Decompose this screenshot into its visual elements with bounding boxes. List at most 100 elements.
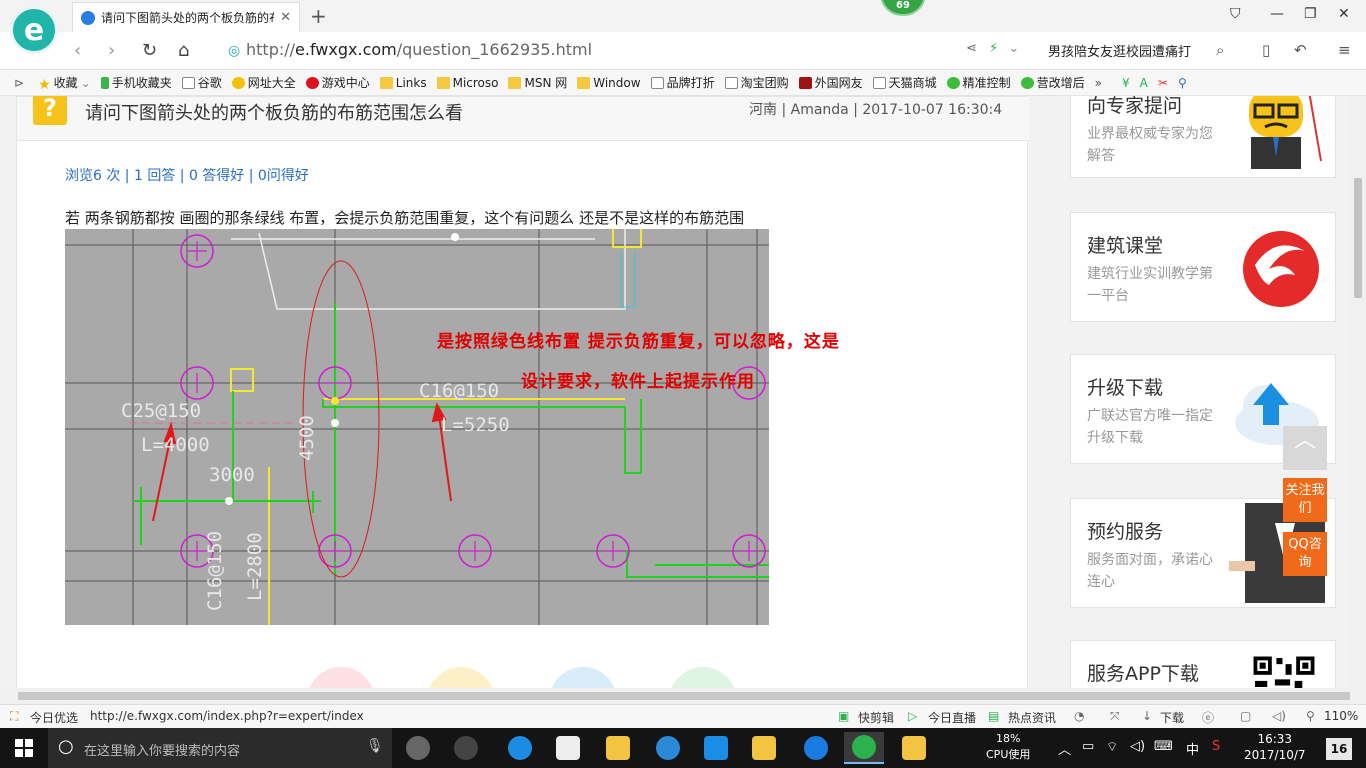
- notification-center-icon[interactable]: 16: [1326, 738, 1352, 760]
- status-url: http://e.fwxgx.com/index.php?r=expert/in…: [90, 709, 364, 723]
- menu-icon[interactable]: ≡: [1338, 41, 1351, 59]
- report-button[interactable]: [669, 667, 737, 688]
- dropdown-icon[interactable]: ⌄: [1008, 41, 1019, 56]
- share-button[interactable]: [549, 667, 617, 688]
- home-icon[interactable]: ⌂: [178, 40, 189, 61]
- glodon-app-icon[interactable]: [696, 732, 736, 764]
- qq-consult-button[interactable]: QQ咨询: [1283, 532, 1327, 576]
- bookmark-item[interactable]: 游戏中心: [305, 74, 370, 91]
- bookmark-item[interactable]: Window: [577, 76, 641, 90]
- bookmark-item[interactable]: 营改增后: [1020, 74, 1085, 91]
- pin-icon[interactable]: ⤧: [1110, 709, 1120, 724]
- favorite-button[interactable]: [427, 667, 495, 688]
- tab-close-icon[interactable]: ✕: [280, 10, 291, 25]
- refresh-icon[interactable]: ↻: [142, 40, 157, 61]
- forward-icon[interactable]: ›: [108, 40, 115, 61]
- like-button[interactable]: [307, 667, 375, 688]
- explorer-icon[interactable]: [598, 732, 638, 764]
- network-icon[interactable]: ⌔: [1106, 739, 1118, 755]
- ie-compat-icon[interactable]: ⓔ: [1202, 709, 1214, 726]
- chevron-down-icon: ⌄: [80, 75, 91, 90]
- bookmark-item[interactable]: 淘宝团购: [724, 74, 789, 91]
- yen-icon[interactable]: ¥: [1122, 76, 1130, 90]
- clock[interactable]: 16:33 2017/10/7: [1244, 731, 1306, 763]
- url-input[interactable]: http://e.fwxgx.com/question_1662935.html: [246, 40, 592, 59]
- bookmark-item[interactable]: 网址大全: [231, 74, 296, 91]
- follow-us-button[interactable]: 关注我们: [1283, 478, 1327, 522]
- skin-icon[interactable]: ⛉: [1230, 6, 1241, 22]
- bookmark-item[interactable]: Microso: [436, 76, 498, 90]
- bookmark-item[interactable]: ★ 收藏 ⌄: [38, 74, 91, 93]
- today-picks-link[interactable]: 今日优选: [30, 709, 78, 726]
- window-icon[interactable]: ▢: [1240, 709, 1251, 723]
- search-icon[interactable]: ⌕: [1216, 41, 1224, 59]
- lightning-icon[interactable]: ⚡: [989, 41, 998, 56]
- mobile-icon[interactable]: ▯: [1262, 41, 1270, 59]
- sidebar-card-expert[interactable]: 向专家提问 业界最权威专家为您解答: [1070, 96, 1336, 178]
- sound-icon[interactable]: ◁): [1272, 709, 1286, 723]
- bookmark-item[interactable]: MSN 网: [508, 74, 567, 91]
- bookmark-item[interactable]: 外国网友: [798, 74, 863, 91]
- bookmark-item[interactable]: 谷歌: [181, 74, 222, 91]
- news-link[interactable]: 热点资讯: [1008, 709, 1056, 726]
- battery-icon[interactable]: ▭: [1082, 739, 1094, 754]
- cpu-usage[interactable]: 18% CPU使用: [986, 731, 1030, 763]
- browser-app-icon[interactable]: [844, 732, 884, 764]
- more-bookmarks-icon[interactable]: »: [1095, 76, 1102, 90]
- magnifier-icon[interactable]: ⚲: [1178, 76, 1187, 90]
- back-icon[interactable]: ‹: [74, 40, 81, 61]
- download-icon: ↓: [1142, 709, 1153, 723]
- quick-edit-link[interactable]: 快剪辑: [858, 709, 894, 726]
- answer-annotation-line1: 是按照绿色线布置 提示负筋重复，可以忽略，这是: [437, 332, 840, 352]
- taskbar-search-input[interactable]: ○ 在这里输入你要搜索的内容 🎙: [48, 728, 392, 768]
- bookmarks-toggle-icon[interactable]: ⊳: [14, 76, 24, 90]
- minimize-icon[interactable]: —: [1270, 6, 1284, 22]
- close-window-icon[interactable]: ✕: [1338, 6, 1350, 22]
- search-input[interactable]: 男孩陪女友逛校园遭痛打: [1048, 41, 1191, 60]
- g-app-icon[interactable]: [796, 732, 836, 764]
- speed-icon[interactable]: ◔: [1074, 709, 1084, 723]
- edge-icon[interactable]: [500, 732, 540, 764]
- translate-icon[interactable]: A: [1140, 76, 1148, 90]
- scroll-thumb[interactable]: [1354, 178, 1362, 298]
- bookmark-label: 游戏中心: [321, 76, 370, 90]
- task-view-icon[interactable]: [398, 732, 438, 764]
- maximize-icon[interactable]: ❐: [1304, 6, 1317, 22]
- vertical-scrollbar[interactable]: [1350, 96, 1366, 688]
- store-icon[interactable]: [548, 732, 588, 764]
- volume-icon[interactable]: ◁): [1130, 739, 1145, 754]
- tab-active[interactable]: 请问下图箭头处的两个板负筋的布 ✕: [72, 2, 300, 32]
- live-link[interactable]: 今日直播: [928, 709, 976, 726]
- new-tab-icon[interactable]: +: [310, 4, 327, 28]
- bookmark-item[interactable]: 精准控制: [946, 74, 1011, 91]
- back-to-top-icon[interactable]: ︿: [1283, 426, 1327, 470]
- notification-badge[interactable]: 69: [880, 0, 926, 16]
- download-link[interactable]: 下载: [1160, 709, 1184, 726]
- sogou-icon[interactable]: S: [1212, 739, 1220, 754]
- ie-icon[interactable]: [648, 732, 688, 764]
- bookmark-item[interactable]: Links: [379, 76, 427, 90]
- gift-icon[interactable]: ⛶: [10, 709, 18, 724]
- zoom-level[interactable]: 110%: [1324, 709, 1358, 723]
- keyboard-icon[interactable]: ⌨: [1154, 739, 1173, 754]
- start-button[interactable]: [0, 728, 48, 768]
- undo-icon[interactable]: ↶: [1294, 41, 1307, 59]
- bookmark-item[interactable]: 品牌打折: [650, 74, 715, 91]
- browser-logo-icon[interactable]: e: [10, 6, 58, 54]
- share-icon[interactable]: ⋖: [966, 41, 977, 56]
- ime-indicator[interactable]: 中: [1186, 739, 1199, 758]
- bookmark-item[interactable]: 天猫商城: [872, 74, 937, 91]
- help-app-icon[interactable]: [894, 732, 934, 764]
- sidebar-card-app[interactable]: 服务APP下载: [1070, 640, 1336, 688]
- horizontal-scrollbar[interactable]: [0, 688, 1366, 704]
- scissors-icon[interactable]: ✂: [1158, 76, 1168, 90]
- notes-app-icon[interactable]: [744, 732, 784, 764]
- question-stats[interactable]: 浏览6 次 | 1 回答 | 0 答得好 | 0问得好: [65, 165, 309, 185]
- microphone-icon[interactable]: 🎙: [366, 738, 384, 754]
- sidebar-card-class[interactable]: 建筑课堂 建筑行业实训教学第一平台: [1070, 212, 1336, 322]
- tray-expand-icon[interactable]: ︿: [1058, 739, 1071, 758]
- app-icon[interactable]: [446, 732, 486, 764]
- bookmark-item[interactable]: 手机收藏夹: [100, 74, 172, 91]
- scroll-thumb[interactable]: [18, 692, 1350, 700]
- sidebar-card-title: 向专家提问: [1087, 96, 1183, 117]
